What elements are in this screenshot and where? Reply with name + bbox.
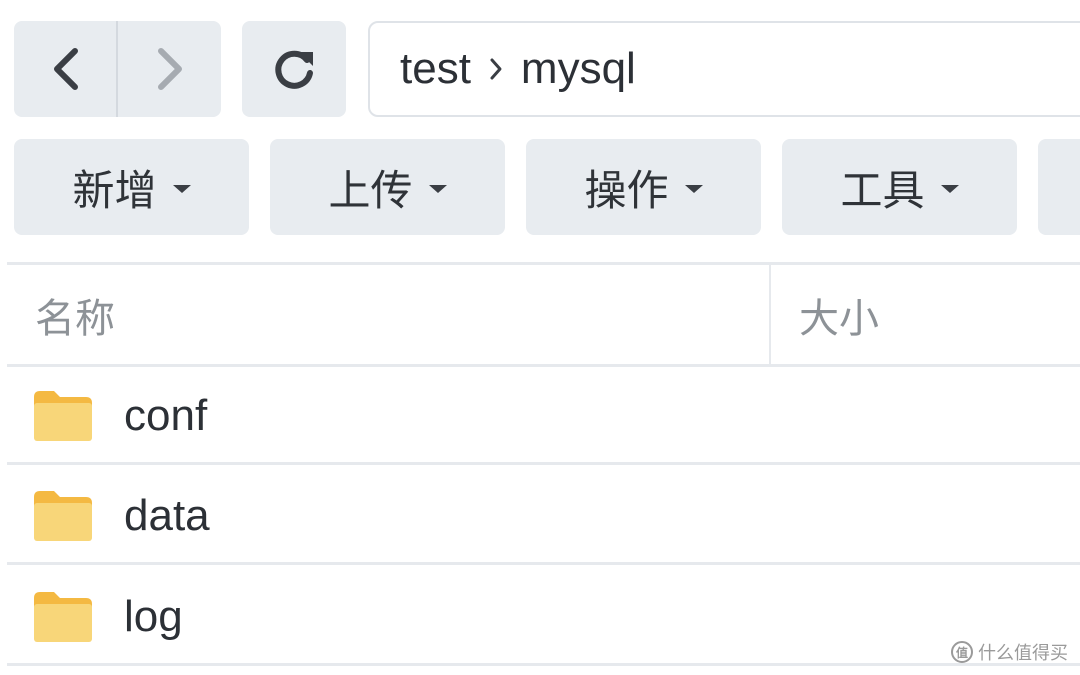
folder-icon <box>34 592 92 642</box>
chevron-right-icon <box>489 57 503 81</box>
refresh-icon <box>275 50 313 89</box>
forward-button[interactable] <box>118 21 221 117</box>
breadcrumb-item-test[interactable]: test <box>400 44 471 94</box>
breadcrumb-item-mysql[interactable]: mysql <box>521 44 636 94</box>
breadcrumb[interactable]: test mysql <box>368 21 1080 117</box>
caret-down-icon <box>172 185 191 193</box>
chevron-left-icon <box>53 48 78 90</box>
watermark-text: 什么值得买 <box>978 643 1068 663</box>
action-menu-label: 操作 <box>584 166 669 214</box>
table-header: 名称 大小 <box>7 265 1080 365</box>
more-menu-button[interactable] <box>1038 139 1080 235</box>
caret-down-icon <box>684 185 703 193</box>
column-resize-handle[interactable] <box>769 265 771 365</box>
table-row[interactable]: log <box>7 568 1080 666</box>
watermark-logo-icon: 值 <box>951 641 973 663</box>
upload-menu-label: 上传 <box>328 166 413 214</box>
row-divider <box>7 562 1080 565</box>
column-header-size[interactable]: 大小 <box>799 265 879 365</box>
row-divider <box>7 663 1080 666</box>
new-menu-button[interactable]: 新增 <box>14 139 249 235</box>
row-divider <box>7 462 1080 465</box>
new-menu-label: 新增 <box>72 166 157 214</box>
table-row[interactable]: data <box>7 467 1080 565</box>
back-button[interactable] <box>14 21 117 117</box>
table-row[interactable]: conf <box>7 367 1080 465</box>
chevron-right-icon <box>157 48 182 90</box>
file-name: log <box>124 592 183 641</box>
file-name: data <box>124 491 210 540</box>
file-name: conf <box>124 391 208 440</box>
caret-down-icon <box>428 185 447 193</box>
caret-down-icon <box>940 185 959 193</box>
upload-menu-button[interactable]: 上传 <box>270 139 505 235</box>
watermark: 值 什么值得买 <box>951 639 1068 665</box>
action-menu-button[interactable]: 操作 <box>526 139 761 235</box>
folder-icon <box>34 391 92 441</box>
tools-menu-button[interactable]: 工具 <box>782 139 1017 235</box>
refresh-button[interactable] <box>242 21 346 117</box>
column-header-name[interactable]: 名称 <box>35 265 115 365</box>
folder-icon <box>34 491 92 541</box>
tools-menu-label: 工具 <box>840 166 925 214</box>
nav-button-group <box>14 21 221 117</box>
